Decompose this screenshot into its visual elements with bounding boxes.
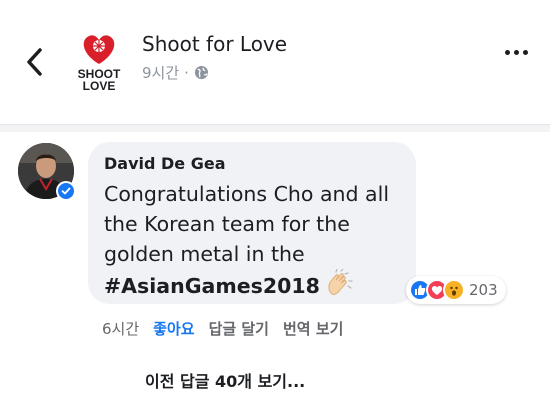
comment-time[interactable]: 6시간 bbox=[102, 318, 139, 339]
view-previous-replies-link[interactable]: 이전 답글 40개 보기... bbox=[145, 368, 305, 392]
logo-text-love: LOVE bbox=[83, 79, 116, 93]
comment-text: Congratulations Cho and all the Korean t… bbox=[104, 179, 400, 305]
reaction-count: 203 bbox=[469, 281, 498, 299]
comment-body: Congratulations Cho and all the Korean t… bbox=[104, 182, 390, 266]
globe-icon bbox=[194, 65, 208, 80]
comment-bubble[interactable]: David De Gea Congratulations Cho and all… bbox=[88, 142, 416, 304]
verified-badge-icon bbox=[56, 181, 76, 201]
wow-reaction-icon bbox=[443, 279, 465, 301]
commenter-avatar[interactable] bbox=[18, 143, 78, 203]
section-divider bbox=[0, 124, 550, 132]
more-dot-icon bbox=[514, 50, 519, 55]
post-time[interactable]: 9시간 bbox=[142, 62, 179, 83]
comment-hashtag[interactable]: #AsianGames2018 bbox=[104, 274, 320, 298]
reaction-summary[interactable]: 203 bbox=[406, 276, 506, 304]
like-button[interactable]: 좋아요 bbox=[153, 318, 194, 339]
more-dot-icon bbox=[505, 50, 510, 55]
post-meta: 9시간 · bbox=[142, 62, 209, 83]
clapping-hands-icon bbox=[324, 268, 354, 305]
page-logo[interactable]: SHOOT LOVE bbox=[70, 28, 128, 94]
translate-button[interactable]: 번역 보기 bbox=[283, 318, 343, 339]
back-button[interactable] bbox=[20, 44, 48, 80]
comment-author[interactable]: David De Gea bbox=[104, 154, 400, 173]
reply-button[interactable]: 답글 달기 bbox=[209, 318, 269, 339]
more-options-button[interactable] bbox=[505, 50, 528, 55]
post-header: SHOOT LOVE Shoot for Love 9시간 · bbox=[0, 0, 550, 125]
comment-actions: 6시간 좋아요 답글 달기 번역 보기 bbox=[102, 318, 343, 339]
chevron-left-icon bbox=[27, 48, 42, 76]
more-dot-icon bbox=[523, 50, 528, 55]
meta-separator: · bbox=[184, 63, 189, 82]
page-name[interactable]: Shoot for Love bbox=[142, 32, 287, 56]
